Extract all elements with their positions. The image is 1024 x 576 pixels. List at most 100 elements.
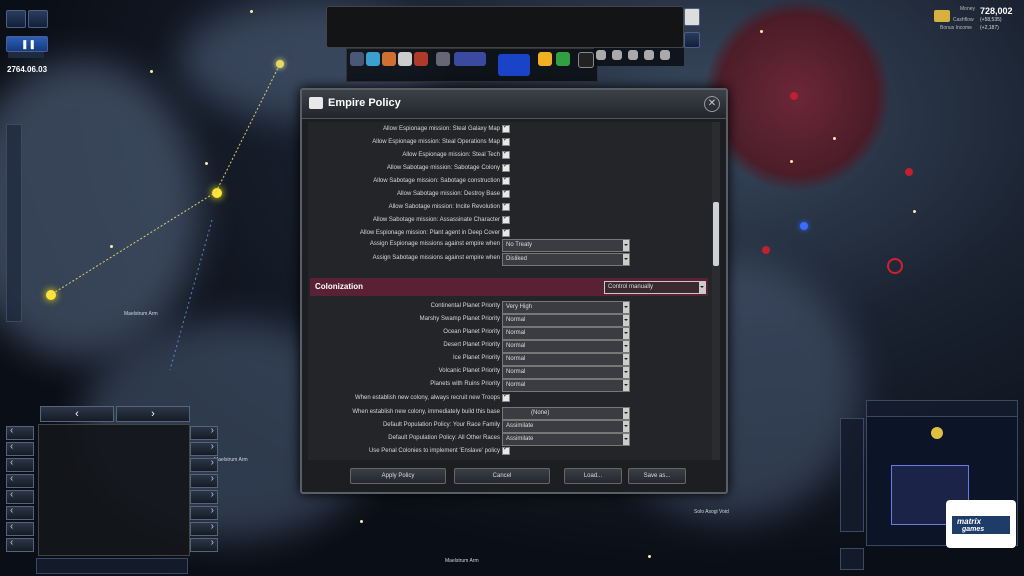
build-base-label: When establish new colony, immediately b…: [352, 409, 500, 415]
ship-icon[interactable]: [596, 50, 606, 60]
espionage-row-checkbox[interactable]: [502, 162, 510, 172]
scroll-thumb[interactable]: [713, 202, 719, 266]
scrollbar[interactable]: [712, 122, 720, 460]
gauge-icon[interactable]: [28, 10, 48, 28]
espionage-row-checkbox[interactable]: [502, 214, 510, 224]
planet-priority-label: Desert Planet Priority: [443, 342, 500, 348]
empire-icon[interactable]: [350, 52, 364, 66]
side-button[interactable]: [190, 473, 218, 488]
planet-priority-label: Continental Planet Priority: [430, 303, 500, 309]
side-button[interactable]: [190, 489, 218, 504]
side-button[interactable]: [6, 425, 34, 440]
colonization-section-header: Colonization Control manually: [310, 278, 708, 296]
espionage-row: Allow Sabotage mission: Sabotage Colony: [308, 162, 500, 174]
espionage-row: Allow Espionage mission: Steal Galaxy Ma…: [308, 123, 500, 135]
assign-espionage-row: Assign Espionage missions against empire…: [308, 238, 500, 250]
build-base-select[interactable]: (None): [502, 407, 630, 420]
assign-sabotage-select[interactable]: Disliked: [502, 253, 630, 266]
side-button[interactable]: [6, 473, 34, 488]
espionage-row-checkbox[interactable]: [502, 175, 510, 185]
planet-priority-select[interactable]: Normal: [502, 327, 630, 340]
espionage-row-checkbox[interactable]: [502, 227, 510, 237]
close-button[interactable]: ✕: [704, 96, 720, 112]
side-button[interactable]: [6, 521, 34, 536]
next-button[interactable]: ›: [116, 406, 190, 422]
economy-icon[interactable]: [556, 52, 570, 66]
espionage-row-checkbox[interactable]: [502, 149, 510, 159]
policy-icon[interactable]: [498, 54, 530, 76]
galaxy-icon[interactable]: [366, 52, 380, 66]
messages-icon[interactable]: [684, 8, 700, 26]
espionage-row: Allow Sabotage mission: Destroy Base: [308, 188, 500, 200]
game-date: 2764.06.03: [7, 65, 48, 74]
troops-icon[interactable]: [436, 52, 450, 66]
side-button[interactable]: [6, 441, 34, 456]
explore-icon[interactable]: [660, 50, 670, 60]
research-icon[interactable]: [414, 52, 428, 66]
prev-button[interactable]: ‹: [40, 406, 114, 422]
chevron-down-icon: [623, 354, 629, 365]
fleet-icon[interactable]: [644, 50, 654, 60]
planet-priority-select[interactable]: Normal: [502, 353, 630, 366]
side-button[interactable]: [190, 457, 218, 472]
globe-icon[interactable]: [6, 10, 26, 28]
planet-priority-row: Planets with Ruins Priority: [308, 378, 500, 390]
planet-priority-select[interactable]: Normal: [502, 340, 630, 353]
mining-icon[interactable]: [628, 50, 638, 60]
recruit-troops-checkbox[interactable]: [502, 392, 510, 402]
espionage-row-checkbox[interactable]: [502, 123, 510, 133]
design-icon[interactable]: [398, 52, 412, 66]
planet-priority-select[interactable]: Normal: [502, 366, 630, 379]
penal-colonies-checkbox[interactable]: [502, 445, 510, 455]
bottom-tabs[interactable]: [36, 558, 188, 574]
planet-priority-row: Ice Planet Priority: [308, 352, 500, 364]
side-button[interactable]: [6, 505, 34, 520]
3d-icon[interactable]: [578, 52, 594, 68]
penal-colonies-label: Use Penal Colonies to implement 'Enslave…: [368, 448, 500, 454]
espionage-row-checkbox[interactable]: [502, 201, 510, 211]
planet-priority-label: Ice Planet Priority: [452, 355, 500, 361]
side-button[interactable]: [190, 505, 218, 520]
side-button[interactable]: [190, 441, 218, 456]
apply-policy-button[interactable]: Apply Policy: [350, 468, 446, 484]
side-button[interactable]: [190, 537, 218, 552]
map-label: Maelstrum Arm: [214, 457, 248, 463]
cashflow-value: (+58,535): [980, 17, 1002, 23]
planet-priority-select[interactable]: Normal: [502, 314, 630, 327]
side-button[interactable]: [6, 489, 34, 504]
speed-slider[interactable]: [8, 52, 44, 58]
espionage-row-label: Allow Sabotage mission: Assassinate Char…: [372, 217, 500, 223]
side-button[interactable]: [6, 457, 34, 472]
minimap-zoom-buttons[interactable]: [840, 418, 864, 532]
colony-icon[interactable]: [382, 52, 396, 66]
planet-priority-select[interactable]: Normal: [502, 379, 630, 392]
ship-toolbar: [594, 48, 684, 66]
planet-priority-select[interactable]: Very High: [502, 301, 630, 314]
play-pause-button[interactable]: ❚❚: [6, 36, 48, 52]
character-icon[interactable]: [684, 32, 700, 48]
assign-espionage-select[interactable]: No Treaty: [502, 239, 630, 252]
espionage-row-checkbox[interactable]: [502, 188, 510, 198]
minimap-toggle-button[interactable]: [840, 548, 864, 570]
espionage-row-label: Allow Sabotage mission: Sabotage Colony: [386, 165, 500, 171]
side-button[interactable]: [190, 425, 218, 440]
load-button[interactable]: Load...: [564, 468, 622, 484]
colonization-mode-select[interactable]: Control manually: [604, 281, 706, 294]
espionage-row-label: Allow Sabotage mission: Incite Revolutio…: [388, 204, 500, 210]
money-label: Money: [960, 6, 976, 12]
diplomacy-icon[interactable]: [454, 52, 486, 66]
pop-policy-other-row: Default Population Policy: All Other Rac…: [308, 432, 500, 444]
side-button[interactable]: [190, 521, 218, 536]
pop-policy-other-select[interactable]: Assimilate: [502, 433, 630, 446]
pop-policy-race-select[interactable]: Assimilate: [502, 420, 630, 433]
save-as-button[interactable]: Save as...: [628, 468, 686, 484]
construction-icon[interactable]: [612, 50, 622, 60]
side-button[interactable]: [6, 537, 34, 552]
planet-priority-label: Ocean Planet Priority: [443, 329, 500, 335]
policy-scroll-area[interactable]: Allow Espionage mission: Steal Galaxy Ma…: [308, 122, 712, 460]
espionage-row-checkbox[interactable]: [502, 136, 510, 146]
idea-icon[interactable]: [538, 52, 552, 66]
money-icon: [934, 10, 950, 22]
cancel-button[interactable]: Cancel: [454, 468, 550, 484]
play-pause-icon: ❚❚: [21, 39, 37, 49]
